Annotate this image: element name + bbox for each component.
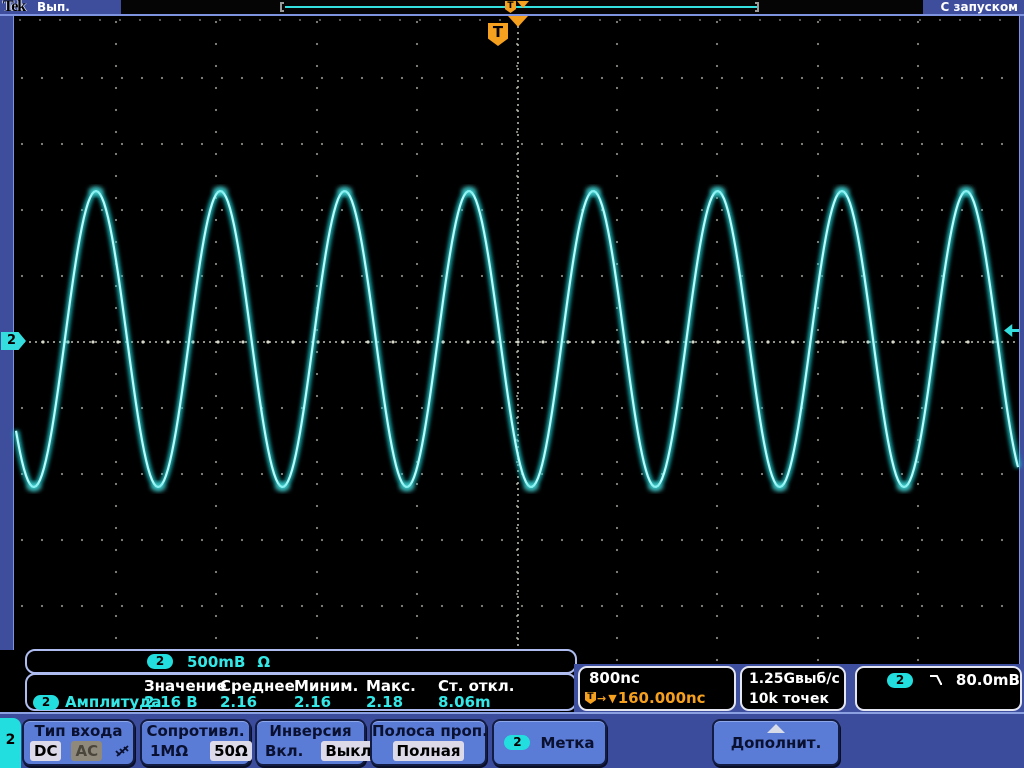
oscilloscope-screen: Tek Вып. T С запуском 2 T 2 500mB Ω Знач… [0, 0, 1024, 768]
coupling-ac-option[interactable]: AC [71, 741, 103, 761]
trigger-level-value: 80.0mB [955, 671, 1020, 689]
measurement-header-row: Значение Среднее Миним. Макс. Ст. откл. [27, 677, 575, 695]
time-per-division: 800nc [589, 669, 640, 687]
measurement-mean: 2.16 [220, 693, 258, 711]
coupling-label: Тип входа [34, 722, 123, 740]
measurement-table: Значение Среднее Миним. Макс. Ст. откл. … [25, 673, 577, 711]
label-label: Метка [540, 733, 595, 752]
channel-scale-readout: 2 500mB Ω [25, 649, 577, 674]
measurement-value-row: 2 Амплитуда 2.16 В 2.16 2.16 2.18 8.06m [27, 693, 575, 711]
bandwidth-label: Полоса проп. [372, 722, 488, 740]
trigger-delay-value: 160.000nc [617, 689, 706, 707]
coupling-softkey[interactable]: Тип входа DC AC [22, 719, 135, 766]
arrow-up-icon [767, 724, 785, 733]
measurement-stddev: 8.06m [438, 693, 491, 711]
channel2-badge: 2 [887, 672, 913, 688]
vertical-scale-value: 500mB [187, 652, 246, 671]
trigger-t-icon: T [585, 692, 596, 704]
trigger-readout: 2 80.0mB [855, 666, 1022, 711]
triangle-down-icon: ▼ [608, 691, 617, 705]
trigger-delay-readout: T → ▼ 160.000nc [585, 689, 706, 707]
more-label: Дополнит. [730, 734, 822, 752]
invert-label: Инверсия [269, 722, 352, 740]
coupling-dc-option[interactable]: DC [30, 741, 62, 761]
measurement-value: 2.16 В [144, 693, 198, 711]
sample-rate: 1.25Gвыб/с [749, 671, 840, 687]
impedance-softkey[interactable]: Сопротивл. 1МΩ 50Ω [140, 719, 252, 766]
measurement-min: 2.16 [294, 693, 332, 711]
acquisition-readout: 1.25Gвыб/с 10k точек [740, 666, 846, 711]
channel2-badge: 2 [33, 694, 59, 710]
falling-edge-icon [930, 675, 942, 685]
invert-off-option[interactable]: Выкл [321, 741, 376, 761]
measurement-name-cell: 2 Амплитуда [33, 693, 161, 711]
horizontal-readout: 800nc T → ▼ 160.000nc [578, 666, 736, 711]
more-softkey[interactable]: Дополнит. [712, 719, 840, 766]
invert-on-option[interactable]: Вкл. [265, 742, 303, 760]
impedance-1mohm-option[interactable]: 1МΩ [150, 742, 188, 760]
ground-icon[interactable] [112, 743, 133, 760]
record-length: 10k точек [749, 691, 830, 707]
channel2-badge: 2 [504, 735, 531, 750]
trigger-position-triangle-icon [508, 16, 528, 27]
bandwidth-softkey[interactable]: Полоса проп. Полная [370, 719, 488, 766]
impedance-label: Сопротивл. [146, 722, 245, 740]
channel2-badge: 2 [147, 654, 173, 669]
impedance-symbol: Ω [257, 652, 271, 671]
invert-softkey[interactable]: Инверсия Вкл. Выкл [255, 719, 376, 766]
channel2-menu-tab[interactable]: 2 [0, 718, 21, 768]
label-softkey[interactable]: 2 Метка [492, 719, 607, 766]
impedance-50ohm-option[interactable]: 50Ω [210, 741, 252, 761]
arrow-right-icon: → [597, 691, 607, 705]
bandwidth-full-option[interactable]: Полная [392, 741, 465, 761]
softkey-menu-bar: 2 Тип входа DC AC Сопротивл. 1МΩ 50Ω Инв… [0, 712, 1024, 768]
measurement-max: 2.18 [366, 693, 404, 711]
